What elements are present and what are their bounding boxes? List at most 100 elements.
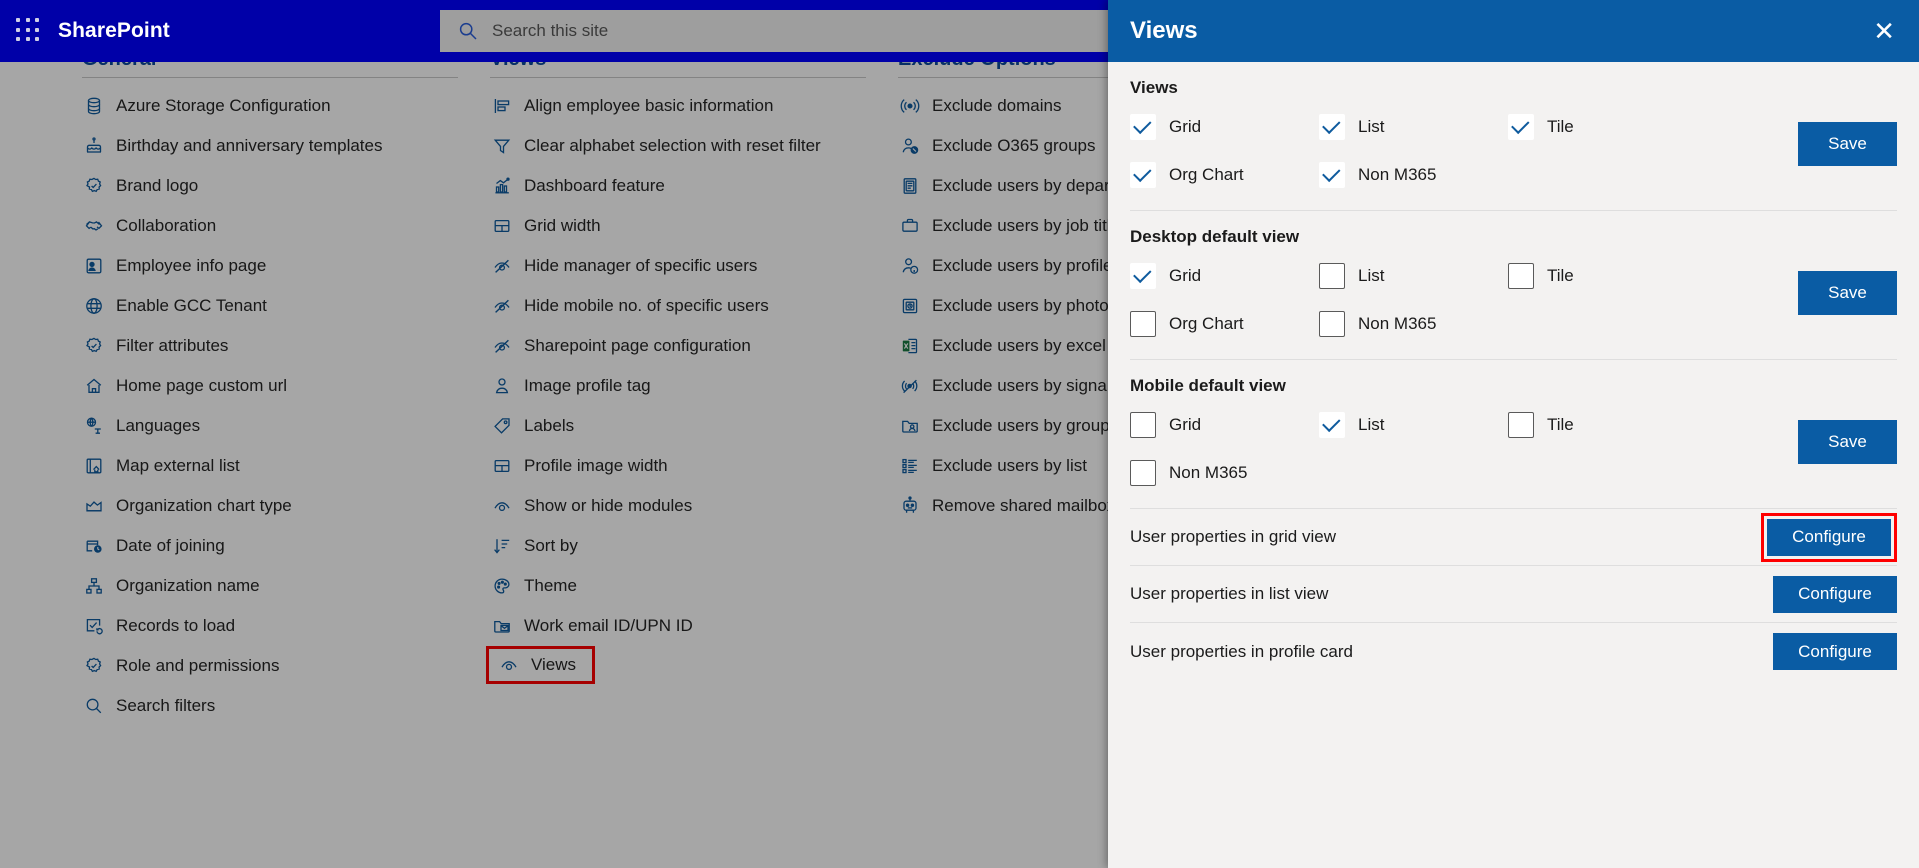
- views-section: Mobile default view Grid List Tile Non M365 S…: [1130, 360, 1897, 509]
- checkbox-empty-icon[interactable]: [1508, 263, 1534, 289]
- settings-item[interactable]: Records to load: [70, 606, 458, 646]
- checkbox-label: Grid: [1169, 415, 1202, 434]
- settings-item[interactable]: Search filters: [70, 686, 458, 726]
- save-button[interactable]: Save: [1798, 122, 1897, 166]
- excel-icon: [902, 338, 918, 354]
- configure-button[interactable]: Configure: [1773, 633, 1897, 670]
- checkbox-tile[interactable]: Tile: [1508, 412, 1697, 438]
- settings-item[interactable]: Sharepoint page configuration: [478, 326, 866, 366]
- org-hierarchy-icon: [86, 578, 102, 594]
- column-divider: [490, 77, 866, 78]
- settings-item[interactable]: Hide manager of specific users: [478, 246, 866, 286]
- settings-item[interactable]: Enable GCC Tenant: [70, 286, 458, 326]
- checkbox-row: Non M365: [1130, 460, 1897, 486]
- settings-item-label: Hide mobile no. of specific users: [524, 296, 769, 315]
- settings-item-label: Align employee basic information: [524, 96, 774, 115]
- settings-item[interactable]: Hide mobile no. of specific users: [478, 286, 866, 326]
- settings-item[interactable]: Labels: [478, 406, 866, 446]
- settings-item-selected[interactable]: Views: [486, 646, 596, 684]
- settings-item-label: Languages: [116, 416, 201, 435]
- search-input[interactable]: Search this site: [440, 10, 1120, 52]
- checkbox-grid[interactable]: Grid: [1130, 412, 1319, 438]
- checkbox-list[interactable]: List: [1319, 263, 1508, 289]
- checkbox-org-chart[interactable]: Org Chart: [1130, 311, 1319, 337]
- checkmark-icon[interactable]: [1130, 114, 1156, 140]
- app-launcher-icon[interactable]: [16, 18, 42, 44]
- settings-item[interactable]: Clear alphabet selection with reset filt…: [478, 126, 866, 166]
- settings-item[interactable]: Grid width: [478, 206, 866, 246]
- settings-item[interactable]: Languages: [70, 406, 458, 446]
- configure-button[interactable]: Configure: [1767, 518, 1891, 556]
- user-properties-label: User properties in grid view: [1130, 527, 1336, 546]
- checkbox-empty-icon[interactable]: [1130, 311, 1156, 337]
- checkbox-tile[interactable]: Tile: [1508, 114, 1697, 140]
- settings-item-label: Enable GCC Tenant: [116, 296, 267, 315]
- checkbox-tile[interactable]: Tile: [1508, 263, 1697, 289]
- checkbox-list[interactable]: List: [1319, 412, 1508, 438]
- settings-item[interactable]: Filter attributes: [70, 326, 458, 366]
- settings-item[interactable]: Dashboard feature: [478, 166, 866, 206]
- checkbox-grid[interactable]: Grid: [1130, 114, 1319, 140]
- checkmark-icon[interactable]: [1319, 114, 1345, 140]
- settings-item-label: Exclude users by signal: [932, 376, 1111, 395]
- checkmark-icon[interactable]: [1130, 162, 1156, 188]
- views-section-title: Mobile default view: [1130, 376, 1286, 395]
- checkbox-label: Non M365: [1169, 463, 1248, 482]
- user-properties-row: User properties in list view Configure: [1130, 566, 1897, 623]
- settings-item[interactable]: Birthday and anniversary templates: [70, 126, 458, 166]
- broadcast-block-icon: [901, 379, 918, 394]
- views-checkbox-grid: Grid List Tile Org Chart Non M365 Save: [1130, 114, 1897, 188]
- settings-item[interactable]: Brand logo: [70, 166, 458, 206]
- checkbox-list[interactable]: List: [1319, 114, 1508, 140]
- checkbox-empty-icon[interactable]: [1130, 412, 1156, 438]
- configure-button[interactable]: Configure: [1773, 575, 1897, 613]
- settings-item[interactable]: Collaboration: [70, 206, 458, 246]
- calendar-clock-icon: [86, 540, 102, 553]
- settings-item[interactable]: Azure Storage Configuration: [70, 86, 458, 126]
- checkbox-empty-icon[interactable]: [1319, 263, 1345, 289]
- settings-column-general: General Azure Storage ConfigurationBirth…: [70, 48, 478, 868]
- sharepoint-brand[interactable]: SharePoint: [58, 19, 170, 43]
- settings-item[interactable]: Date of joining: [70, 526, 458, 566]
- checkbox-empty-icon[interactable]: [1319, 311, 1345, 337]
- checkbox-grid[interactable]: Grid: [1130, 263, 1319, 289]
- settings-item[interactable]: Image profile tag: [478, 366, 866, 406]
- close-icon[interactable]: ✕: [1873, 18, 1895, 44]
- checkbox-refresh-icon: [86, 618, 103, 635]
- checkbox-non-m365[interactable]: Non M365: [1319, 162, 1508, 188]
- settings-item[interactable]: Sort by: [478, 526, 866, 566]
- settings-item[interactable]: Organization chart type: [70, 486, 458, 526]
- column-items-general: Azure Storage Configuration Birthday and …: [70, 86, 458, 726]
- eye-hide-icon: [494, 339, 510, 353]
- badge-icon: [86, 657, 102, 673]
- checkmark-icon[interactable]: [1508, 114, 1534, 140]
- checkmark-icon[interactable]: [1319, 412, 1345, 438]
- checkmark-icon[interactable]: [1130, 263, 1156, 289]
- views-checkbox-grid: Grid List Tile Non M365 Save: [1130, 412, 1897, 486]
- checkmark-icon[interactable]: [1319, 162, 1345, 188]
- settings-item[interactable]: Employee info page: [70, 246, 458, 286]
- settings-item[interactable]: Theme: [478, 566, 866, 606]
- settings-item[interactable]: Role and permissions: [70, 646, 458, 686]
- settings-item[interactable]: Profile image width: [478, 446, 866, 486]
- save-button[interactable]: Save: [1798, 271, 1897, 315]
- settings-item[interactable]: Align employee basic information: [478, 86, 866, 126]
- views-section-title: Desktop default view: [1130, 227, 1300, 246]
- settings-item[interactable]: Organization name: [70, 566, 458, 606]
- settings-item-label: Exclude users by excel: [932, 336, 1106, 355]
- settings-item[interactable]: Home page custom url: [70, 366, 458, 406]
- checkbox-non-m365[interactable]: Non M365: [1319, 311, 1508, 337]
- save-button[interactable]: Save: [1798, 420, 1897, 464]
- settings-item-label: Exclude O365 groups: [932, 136, 1096, 155]
- settings-item[interactable]: Show or hide modules: [478, 486, 866, 526]
- checkbox-non-m365[interactable]: Non M365: [1130, 460, 1319, 486]
- search-icon: [459, 22, 477, 40]
- settings-item[interactable]: Work email ID/UPN ID: [478, 606, 866, 646]
- checkbox-empty-icon[interactable]: [1130, 460, 1156, 486]
- broadcast-icon: [900, 99, 920, 113]
- checkbox-org-chart[interactable]: Org Chart: [1130, 162, 1319, 188]
- document-list-icon: [903, 178, 917, 194]
- settings-item-label: Brand logo: [116, 176, 199, 195]
- checkbox-empty-icon[interactable]: [1508, 412, 1534, 438]
- settings-item[interactable]: Map external list: [70, 446, 458, 486]
